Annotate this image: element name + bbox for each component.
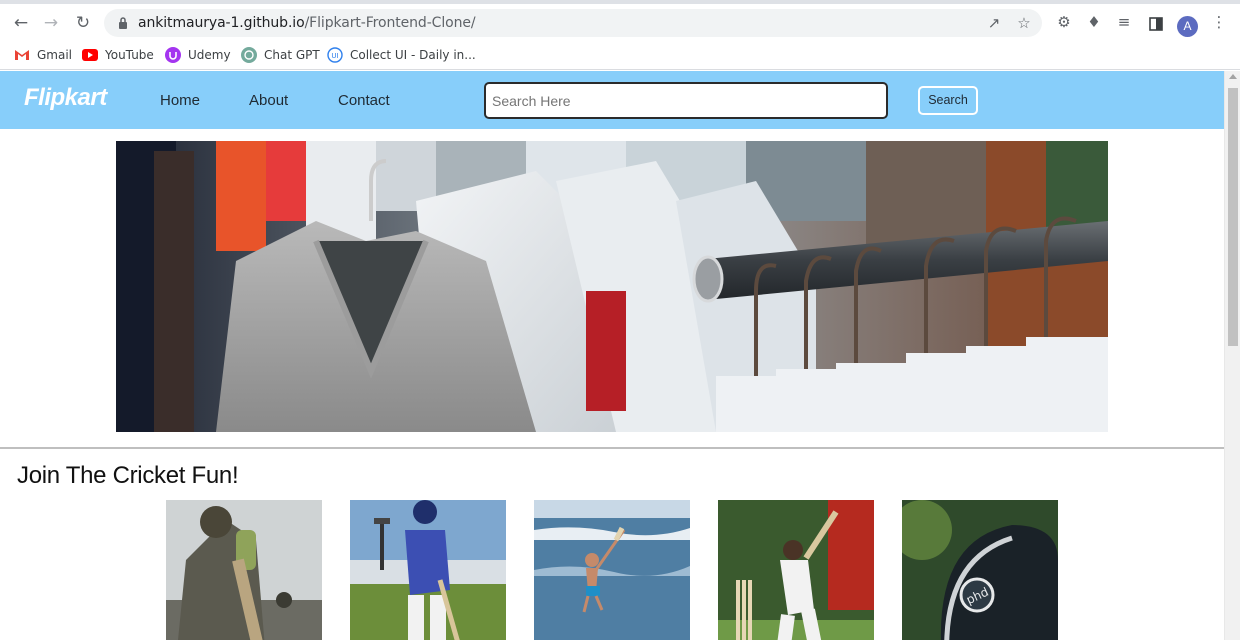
scroll-up-arrow-icon[interactable] — [1229, 74, 1237, 79]
bookmark-gmail[interactable]: Gmail — [14, 46, 72, 64]
batsman-shot-image — [718, 500, 874, 640]
collectui-icon: UI — [327, 47, 343, 63]
youtube-icon — [82, 49, 98, 61]
profile-avatar[interactable]: A — [1177, 16, 1198, 37]
search-input[interactable] — [484, 82, 888, 119]
search-button[interactable]: Search — [918, 86, 978, 115]
bookmarks-bar: Gmail YouTube Udemy Chat GPT UI Collect … — [0, 40, 1240, 70]
bookmark-udemy[interactable]: Udemy — [165, 46, 231, 64]
batsman-stadium-image — [350, 500, 506, 640]
cricket-card-4[interactable] — [718, 500, 874, 640]
media-queue-icon[interactable]: ≡ — [1115, 13, 1133, 31]
bug-extension-icon[interactable]: ⚙ — [1055, 13, 1073, 31]
cricket-card-2[interactable] — [350, 500, 506, 640]
clothes-rack-illustration — [116, 141, 1108, 432]
side-panel-icon[interactable] — [1149, 17, 1163, 31]
bookmark-youtube[interactable]: YouTube — [82, 46, 154, 64]
section-divider — [0, 447, 1224, 449]
hero-banner-image — [116, 141, 1108, 432]
nav-link-about[interactable]: About — [249, 92, 288, 109]
beach-cricket-image — [534, 500, 690, 640]
svg-text:UI: UI — [331, 52, 338, 60]
cricket-card-1[interactable] — [166, 500, 322, 640]
chatgpt-icon — [241, 47, 257, 63]
bookmark-collect-ui[interactable]: UI Collect UI - Daily in... — [327, 46, 476, 64]
lock-icon[interactable] — [118, 16, 128, 30]
extensions-puzzle-icon[interactable]: ♦ — [1085, 13, 1103, 31]
scrollbar-thumb[interactable] — [1228, 88, 1238, 346]
url-bar[interactable]: ankitmaurya-1.github.io/Flipkart-Fronten… — [104, 9, 1042, 37]
section-title: Join The Cricket Fun! — [17, 462, 239, 489]
gmail-icon — [15, 50, 29, 60]
nav-link-contact[interactable]: Contact — [338, 92, 390, 109]
reload-icon[interactable]: ↻ — [74, 14, 92, 32]
address-bar-row: ← → ↻ ankitmaurya-1.github.io/Flipkart-F… — [0, 4, 1240, 40]
udemy-icon — [165, 47, 181, 63]
url-text[interactable]: ankitmaurya-1.github.io/Flipkart-Fronten… — [138, 15, 476, 31]
bookmark-chatgpt[interactable]: Chat GPT — [241, 46, 320, 64]
batsman-closeup-image — [166, 500, 322, 640]
brand-logo[interactable]: Flipkart — [24, 84, 107, 112]
site-navbar: Flipkart Home About Contact Search — [0, 71, 1224, 129]
more-menu-icon[interactable]: ⋮ — [1210, 13, 1228, 31]
back-arrow-icon[interactable]: ← — [12, 14, 30, 32]
bookmark-star-icon[interactable]: ☆ — [1014, 13, 1034, 33]
share-icon[interactable]: ↗ — [984, 13, 1004, 33]
forward-arrow-icon[interactable]: → — [42, 14, 60, 32]
page-viewport: Flipkart Home About Contact Search Here … — [0, 71, 1224, 640]
cricket-card-3[interactable] — [534, 500, 690, 640]
cricket-helmet-image: phd — [902, 500, 1058, 640]
nav-link-home[interactable]: Home — [160, 92, 200, 109]
cricket-card-5[interactable]: phd — [902, 500, 1058, 640]
page-scrollbar[interactable] — [1224, 71, 1240, 640]
